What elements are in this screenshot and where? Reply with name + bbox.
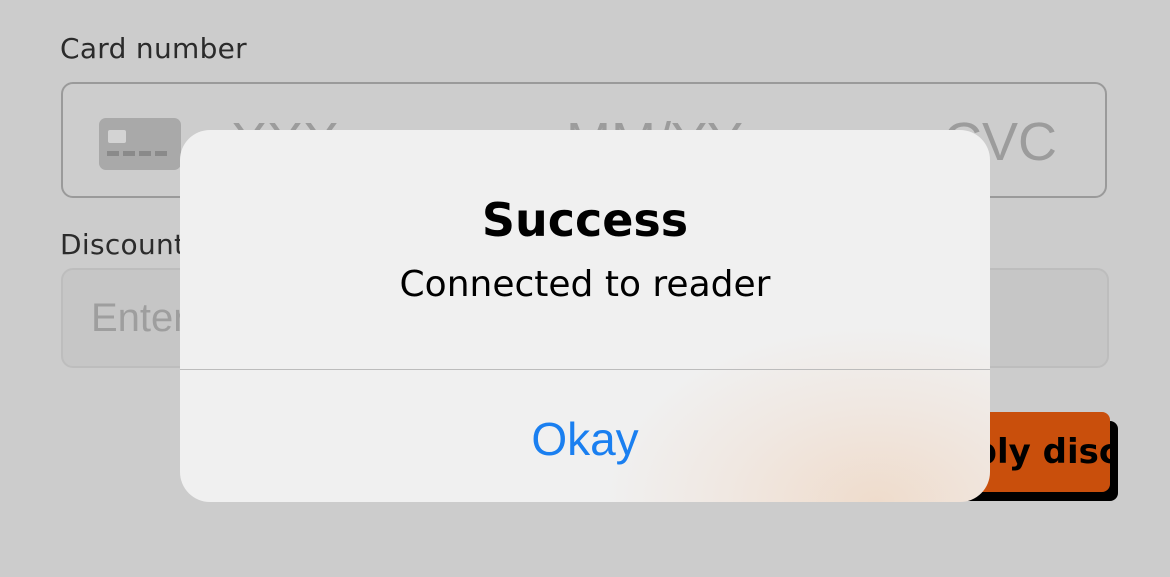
discount-placeholder: Enter [91,296,187,340]
credit-card-icon [99,118,181,170]
okay-button[interactable]: Okay [180,370,990,502]
alert-title: Success [481,193,689,247]
card-number-label: Card number [60,32,247,65]
alert-message: Connected to reader [399,264,771,305]
discount-label: Discount [60,228,186,261]
success-alert-dialog: Success Connected to reader Okay [180,130,990,502]
